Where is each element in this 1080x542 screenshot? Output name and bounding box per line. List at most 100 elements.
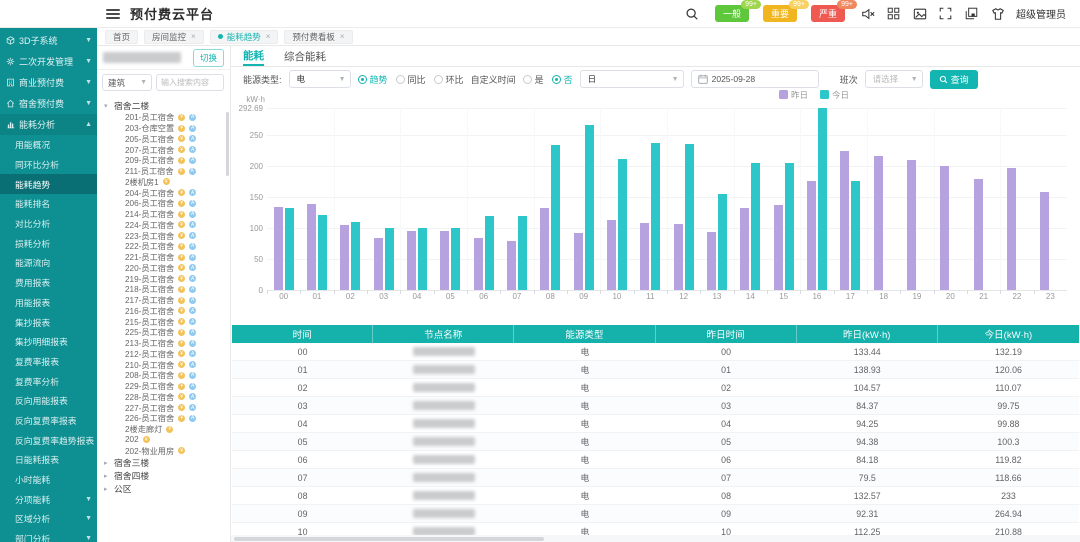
tree-leaf-219-员工宿舍[interactable]: 219-员工宿舍¥A bbox=[104, 273, 230, 284]
tree-leaf-220-员工宿舍[interactable]: 220-员工宿舍¥A bbox=[104, 263, 230, 274]
tree-leaf-202[interactable]: 202¥ bbox=[104, 435, 230, 446]
legend-item-今日[interactable]: 今日 bbox=[820, 89, 849, 101]
sidebar-subitem-日能耗报表[interactable]: 日能耗报表 bbox=[0, 450, 97, 470]
bar-昨日-14[interactable] bbox=[740, 208, 749, 290]
legend-item-昨日[interactable]: 昨日 bbox=[779, 89, 808, 101]
bar-昨日-11[interactable] bbox=[640, 223, 649, 290]
table-row[interactable]: 02电02104.57110.07 bbox=[232, 379, 1079, 397]
sidebar-subitem-能耗趋势[interactable]: 能耗趋势 bbox=[0, 174, 97, 194]
tree-leaf-221-员工宿舍[interactable]: 221-员工宿舍¥A bbox=[104, 252, 230, 263]
bar-昨日-06[interactable] bbox=[474, 238, 483, 290]
image-icon[interactable] bbox=[912, 6, 927, 21]
sidebar-item-商业预付费[interactable]: 商业预付费▼ bbox=[0, 72, 97, 93]
table-row[interactable]: 07电0779.5118.66 bbox=[232, 469, 1079, 487]
sidebar-subitem-同环比分析[interactable]: 同环比分析 bbox=[0, 155, 97, 175]
bar-昨日-01[interactable] bbox=[307, 204, 316, 290]
bar-昨日-02[interactable] bbox=[340, 225, 349, 290]
close-icon[interactable]: × bbox=[340, 32, 345, 41]
sidebar-subitem-部门分析[interactable]: 部门分析▼ bbox=[0, 529, 97, 542]
close-icon[interactable]: × bbox=[191, 32, 196, 41]
sidebar-item-二次开发管理[interactable]: 二次开发管理▼ bbox=[0, 51, 97, 72]
table-row[interactable]: 08电08132.57233 bbox=[232, 487, 1079, 505]
tree-leaf-206-员工宿舍[interactable]: 206-员工宿舍¥A bbox=[104, 198, 230, 209]
bar-今日-07[interactable] bbox=[518, 216, 527, 290]
tree-leaf-211-员工宿舍[interactable]: 211-员工宿舍¥A bbox=[104, 166, 230, 177]
table-row[interactable]: 00电00133.44132.19 bbox=[232, 343, 1079, 361]
tab-综合能耗[interactable]: 综合能耗 bbox=[284, 46, 326, 66]
tree-leaf-203-仓库空置[interactable]: 203-仓库空置¥A bbox=[104, 123, 230, 134]
tree-leaf-223-员工宿舍[interactable]: 223-员工宿舍¥A bbox=[104, 230, 230, 241]
bar-昨日-08[interactable] bbox=[540, 208, 549, 290]
bar-今日-17[interactable] bbox=[851, 181, 860, 290]
tree-leaf-218-员工宿舍[interactable]: 218-员工宿舍¥A bbox=[104, 284, 230, 295]
radio-custom-time-否[interactable]: 否 bbox=[552, 73, 573, 86]
bar-昨日-04[interactable] bbox=[407, 231, 416, 290]
shift-select[interactable]: 请选择▼ bbox=[865, 70, 923, 88]
sidebar-subitem-分项能耗[interactable]: 分项能耗▼ bbox=[0, 489, 97, 509]
tree-leaf-228-员工宿舍[interactable]: 228-员工宿舍¥A bbox=[104, 392, 230, 403]
date-picker[interactable]: 2025-09-28 bbox=[691, 70, 819, 88]
tree-leaf-227-员工宿舍[interactable]: 227-员工宿舍¥A bbox=[104, 402, 230, 413]
bar-今日-11[interactable] bbox=[651, 143, 660, 290]
bar-昨日-07[interactable] bbox=[507, 241, 516, 290]
sidebar-subitem-费用报表[interactable]: 费用报表 bbox=[0, 273, 97, 293]
alarm-badge[interactable]: 一般99+ bbox=[715, 5, 749, 22]
sidebar-item-3D子系统[interactable]: 3D子系统▼ bbox=[0, 30, 97, 51]
bar-今日-09[interactable] bbox=[585, 125, 594, 290]
sidebar-item-能耗分析[interactable]: 能耗分析▲ bbox=[0, 114, 97, 135]
sidebar-subitem-集抄报表[interactable]: 集抄报表 bbox=[0, 312, 97, 332]
tree-leaf-209-员工宿舍[interactable]: 209-员工宿舍¥A bbox=[104, 155, 230, 166]
bar-今日-13[interactable] bbox=[718, 194, 727, 290]
tree-leaf-207-员工宿舍[interactable]: 207-员工宿舍¥A bbox=[104, 144, 230, 155]
bar-昨日-17[interactable] bbox=[840, 151, 849, 290]
tree-leaf-224-员工宿舍[interactable]: 224-员工宿舍¥A bbox=[104, 220, 230, 231]
tree-leaf-202-物业用房[interactable]: 202-物业用房¥ bbox=[104, 445, 230, 456]
tree-search-input[interactable] bbox=[156, 74, 224, 91]
tree-leaf-210-员工宿舍[interactable]: 210-员工宿舍¥A bbox=[104, 359, 230, 370]
sidebar-subitem-对比分析[interactable]: 对比分析 bbox=[0, 214, 97, 234]
tree-leaf-213-员工宿舍[interactable]: 213-员工宿舍¥A bbox=[104, 338, 230, 349]
tree-leaf-225-员工宿舍[interactable]: 225-员工宿舍¥A bbox=[104, 327, 230, 338]
table-row[interactable]: 03电0384.3799.75 bbox=[232, 397, 1079, 415]
granularity-select[interactable]: 日▼ bbox=[580, 70, 684, 88]
bar-今日-08[interactable] bbox=[551, 145, 560, 290]
bar-昨日-09[interactable] bbox=[574, 233, 583, 290]
table-row[interactable]: 04电0494.2599.88 bbox=[232, 415, 1079, 433]
tree-leaf-204-员工宿舍[interactable]: 204-员工宿舍¥A bbox=[104, 187, 230, 198]
sidebar-subitem-反向复费率趋势报表[interactable]: 反向复费率趋势报表 bbox=[0, 430, 97, 450]
bar-昨日-13[interactable] bbox=[707, 232, 716, 290]
query-button[interactable]: 查询 bbox=[930, 70, 978, 89]
bar-昨日-18[interactable] bbox=[874, 156, 883, 290]
bar-今日-02[interactable] bbox=[351, 222, 360, 290]
tree-leaf-201-员工宿舍[interactable]: 201-员工宿舍¥A bbox=[104, 112, 230, 123]
breadcrumb-tab-3[interactable]: 预付费看板× bbox=[284, 30, 352, 44]
bar-昨日-05[interactable] bbox=[440, 231, 449, 290]
bar-今日-01[interactable] bbox=[318, 215, 327, 290]
bar-昨日-23[interactable] bbox=[1040, 192, 1049, 290]
table-row[interactable]: 06电0684.18119.82 bbox=[232, 451, 1079, 469]
sidebar-subitem-复费率分析[interactable]: 复费率分析 bbox=[0, 371, 97, 391]
sidebar-item-宿舍预付费[interactable]: 宿舍预付费▼ bbox=[0, 93, 97, 114]
bar-昨日-19[interactable] bbox=[907, 160, 916, 290]
sidebar-subitem-用能报表[interactable]: 用能报表 bbox=[0, 293, 97, 313]
table-row[interactable]: 01电01138.93120.06 bbox=[232, 361, 1079, 379]
breadcrumb-tab-2[interactable]: 能耗趋势× bbox=[210, 30, 279, 44]
table-row[interactable]: 09电0992.31264.94 bbox=[232, 505, 1079, 523]
mute-icon[interactable] bbox=[860, 6, 875, 21]
radio-mode-趋势[interactable]: 趋势 bbox=[358, 73, 388, 86]
bar-昨日-12[interactable] bbox=[674, 224, 683, 290]
bar-昨日-20[interactable] bbox=[940, 166, 949, 290]
building-select[interactable]: 建筑▼ bbox=[102, 74, 152, 91]
bar-今日-00[interactable] bbox=[285, 208, 294, 290]
tree-leaf-2楼机房1[interactable]: 2楼机房1¥ bbox=[104, 177, 230, 188]
tree-leaf-208-员工宿舍[interactable]: 208-员工宿舍¥A bbox=[104, 370, 230, 381]
alarm-badge[interactable]: 重要99+ bbox=[763, 5, 797, 22]
bar-今日-14[interactable] bbox=[751, 163, 760, 290]
sidebar-subitem-复费率报表[interactable]: 复费率报表 bbox=[0, 352, 97, 372]
switch-project-button[interactable]: 切换 bbox=[193, 49, 224, 67]
bar-昨日-16[interactable] bbox=[807, 181, 816, 290]
breadcrumb-tab-0[interactable]: 首页 bbox=[105, 30, 138, 44]
bar-今日-12[interactable] bbox=[685, 144, 694, 290]
bar-昨日-03[interactable] bbox=[374, 238, 383, 291]
bar-昨日-10[interactable] bbox=[607, 220, 616, 290]
